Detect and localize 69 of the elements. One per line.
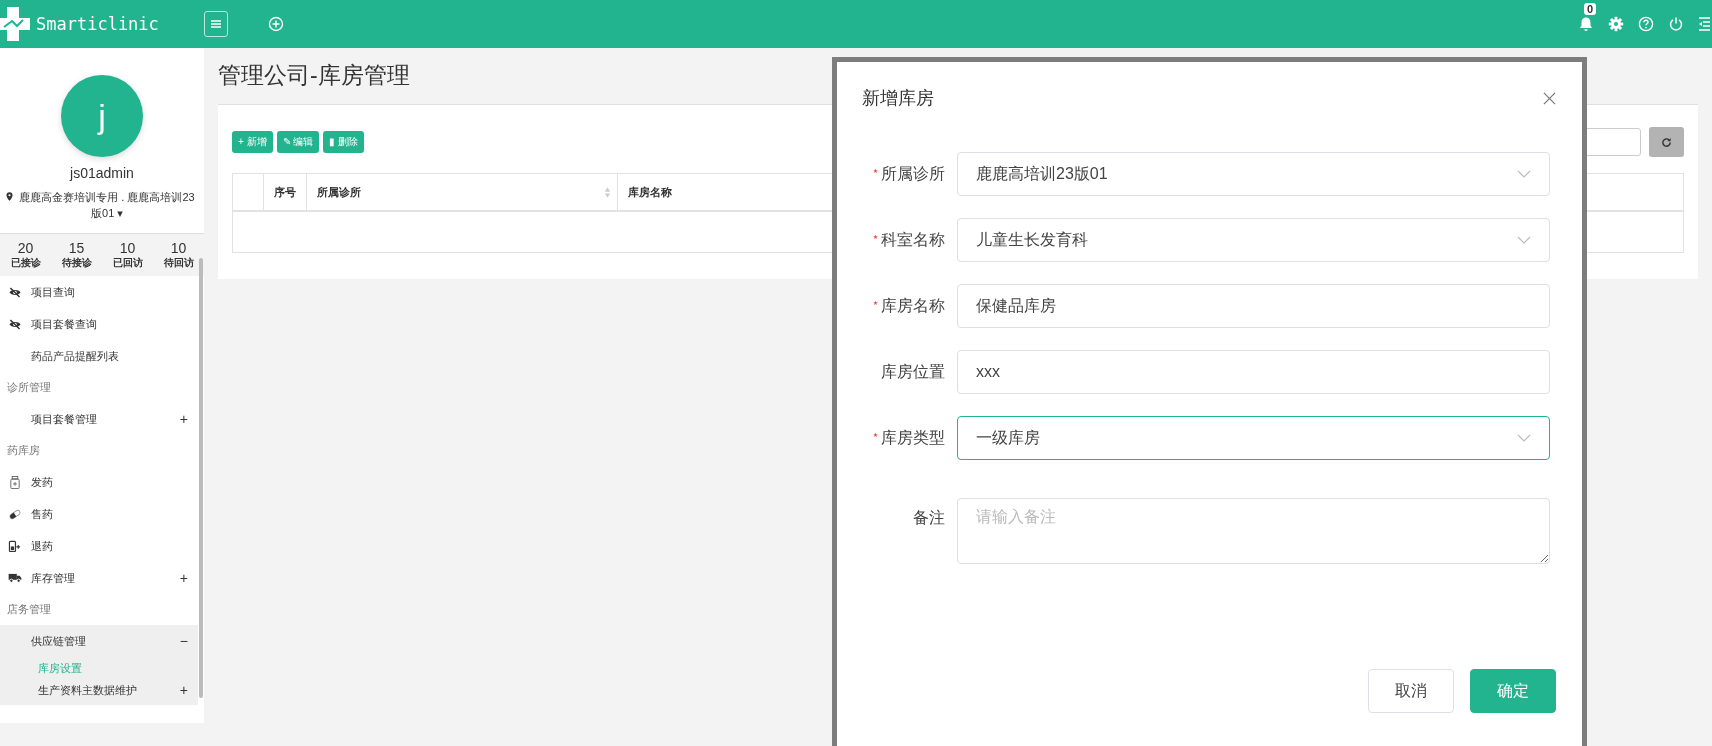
- chevron-down-icon: [1517, 236, 1531, 244]
- select-field[interactable]: 儿童生长发育科: [957, 218, 1550, 262]
- close-icon[interactable]: [1543, 91, 1556, 105]
- expand-toggle[interactable]: +: [179, 570, 188, 586]
- chevron-down-icon: [1517, 170, 1531, 178]
- collapse-panel-icon[interactable]: [1698, 16, 1710, 32]
- menu-item[interactable]: 库存管理: [31, 570, 180, 586]
- field-label: 库房名称: [881, 295, 945, 316]
- menu-section-title: 诊所管理: [6, 380, 52, 395]
- battery-plus-icon: [7, 540, 23, 552]
- submenu-item[interactable]: 生产资料主数据维护: [38, 682, 180, 698]
- input-field[interactable]: xxx: [957, 350, 1550, 394]
- refresh-button[interactable]: [1649, 127, 1684, 157]
- avatar: j: [61, 75, 143, 157]
- field-label: 备注: [913, 508, 945, 528]
- expand-toggle[interactable]: +: [179, 682, 188, 698]
- pill-icon: [7, 508, 23, 520]
- page-title: 管理公司-库房管理: [218, 61, 411, 90]
- refresh-icon: [1661, 136, 1672, 148]
- bell-icon[interactable]: [1578, 16, 1594, 32]
- notification-badge: 0: [1584, 3, 1597, 15]
- menu-item[interactable]: 项目套餐查询: [31, 316, 188, 332]
- eye-slash-icon: [7, 286, 23, 298]
- menu-item[interactable]: 退药: [31, 538, 188, 554]
- medicine-bottle-icon: [7, 475, 23, 489]
- field-label: 库房位置: [881, 361, 945, 382]
- expand-toggle[interactable]: +: [179, 411, 188, 427]
- truck-icon: [7, 573, 23, 583]
- settings-icon[interactable]: [1608, 16, 1624, 32]
- stat-label: 已接诊: [10, 256, 41, 270]
- dialog-title: 新增库房: [862, 87, 934, 110]
- menu-item[interactable]: 项目查询: [31, 284, 188, 300]
- power-icon[interactable]: [1668, 16, 1684, 32]
- scrollbar[interactable]: [199, 258, 203, 698]
- field-label: 库房类型: [881, 427, 945, 448]
- brand-name: Smarticlinic: [36, 14, 159, 34]
- column-header[interactable]: 所属诊所: [306, 173, 618, 211]
- column-header[interactable]: 序号: [263, 173, 307, 211]
- input-field[interactable]: 保健品库房: [957, 284, 1550, 328]
- menu-item[interactable]: 药品产品提醒列表: [31, 348, 188, 364]
- menu-icon[interactable]: [204, 11, 228, 37]
- add-tab-icon[interactable]: [268, 16, 284, 32]
- field-label: 科室名称: [881, 229, 945, 250]
- sort-icon[interactable]: [604, 186, 611, 199]
- select-field[interactable]: 鹿鹿高培训23版01: [957, 152, 1550, 196]
- stat-value: 10: [118, 240, 137, 256]
- stat-label: 已回访: [112, 256, 143, 270]
- location-pin-icon: [6, 192, 13, 201]
- menu-item[interactable]: 售药: [31, 506, 188, 522]
- user-name: js01admin: [70, 165, 134, 181]
- stat-value: 10: [169, 240, 188, 256]
- eye-slash-icon: [7, 318, 23, 330]
- select-field[interactable]: 一级库房: [957, 416, 1550, 460]
- stat-value: 15: [67, 240, 86, 256]
- text-area[interactable]: 请输入备注: [957, 498, 1550, 564]
- chevron-down-icon: [1517, 434, 1531, 442]
- stat-label: 待接诊: [61, 256, 92, 270]
- menu-item[interactable]: 供应链管理: [31, 633, 180, 649]
- menu-item[interactable]: 项目套餐管理: [31, 411, 180, 427]
- cancel-button[interactable]: 取消: [1368, 669, 1454, 713]
- help-icon[interactable]: [1638, 16, 1654, 32]
- menu-section-title: 店务管理: [6, 602, 52, 617]
- menu-section-title: 药库房: [6, 443, 41, 458]
- field-label: 所属诊所: [881, 163, 945, 184]
- stat-label: 待回访: [163, 256, 194, 270]
- expand-toggle[interactable]: −: [179, 633, 188, 649]
- stat-value: 20: [16, 240, 35, 256]
- menu-item[interactable]: 发药: [31, 474, 188, 490]
- clinic-selector[interactable]: 鹿鹿高金赛培训专用 . 鹿鹿高培训23版01 ▾: [16, 189, 198, 221]
